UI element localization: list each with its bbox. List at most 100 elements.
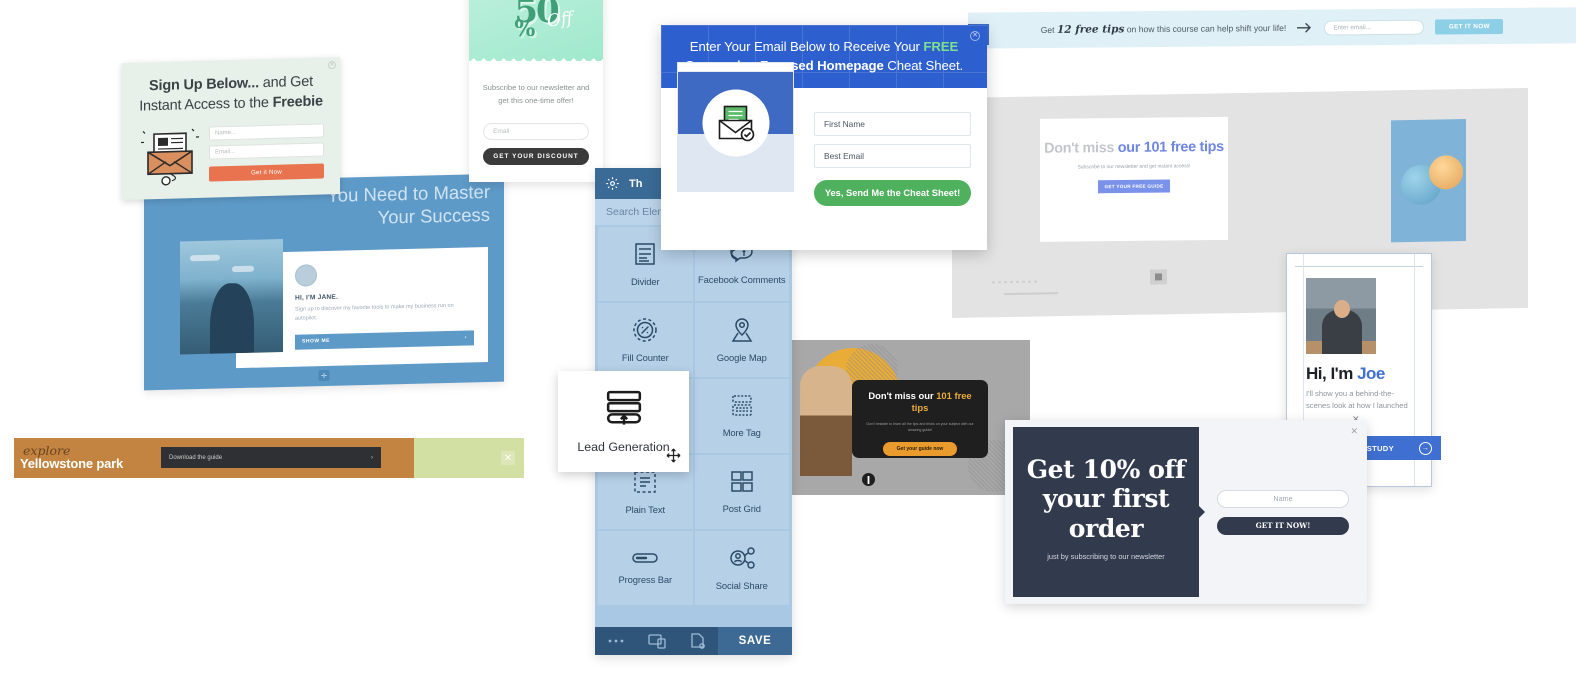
signup-email-input[interactable]: Email... <box>209 142 324 160</box>
signup-close-button[interactable]: ✕ <box>328 61 336 70</box>
widget-item-social-share[interactable]: Social Share <box>694 531 789 605</box>
cheat-modal-body: First Name Best Email Yes, Send Me the C… <box>661 62 987 222</box>
avatar <box>295 264 317 287</box>
cheat-headline-part3: Cheat Sheet. <box>883 57 964 73</box>
widget-item-fill-counter[interactable]: Fill Counter <box>598 303 693 377</box>
widget-item-label: Google Map <box>716 352 767 363</box>
zigzag-divider <box>469 53 603 62</box>
widget-item-progress-bar[interactable]: Progress Bar <box>598 531 693 605</box>
free-tips-button[interactable]: GET YOUR FREE GUIDE <box>1098 179 1170 194</box>
cheat-first-name-input[interactable]: First Name <box>814 112 971 136</box>
widget-save-button[interactable]: SAVE <box>718 627 792 655</box>
cheat-sheet-modal: ✕ Enter Your Email Below to Receive Your… <box>661 25 987 250</box>
master-drag-handle[interactable]: ✛ <box>318 369 330 382</box>
widget-panel-footer: SAVE <box>595 627 792 655</box>
cheat-submit-button[interactable]: Yes, Send Me the Cheat Sheet! <box>814 180 971 206</box>
topbar-email-input[interactable]: Enter email... <box>1324 19 1425 36</box>
widget-item-label: More Tag <box>722 427 761 438</box>
free-tips-card: Don't miss our 101 free tips Subscribe t… <box>1040 116 1228 242</box>
discount-off-word: Off <box>545 8 575 32</box>
responsive-preview-icon[interactable] <box>636 633 677 649</box>
decor-dots <box>992 280 1038 284</box>
widget-item-google-map[interactable]: Google Map <box>694 303 789 377</box>
gear-icon[interactable] <box>605 176 620 191</box>
chevron-right-icon: › <box>371 454 373 461</box>
yellowstone-text: explore Yellowstone park <box>20 444 123 471</box>
top-notification-bar: Get 12 free tips on how this course can … <box>968 7 1576 49</box>
off-modal-name-input[interactable]: Name <box>1217 489 1349 508</box>
widget-item-more-tag[interactable]: More Tag <box>694 379 789 453</box>
discount-subtitle: Subscribe to our newsletter and get this… <box>482 83 590 105</box>
topbar-msg-handwritten: 12 free tips <box>1056 23 1125 36</box>
signup-headline-bold2: Freebie <box>272 93 323 111</box>
signup-headline-rest1: and Get <box>258 73 313 92</box>
signup-fields: Name... Email... Get it Now <box>209 123 324 182</box>
signup-headline: Sign Up Below... and Get Instant Access … <box>138 71 324 116</box>
master-show-me-label: SHOW ME <box>302 338 330 345</box>
ten-percent-off-modal: Get 10% off your first order just by sub… <box>1005 420 1367 604</box>
master-show-me-button[interactable]: SHOW ME › <box>295 330 474 350</box>
yellowstone-download-button[interactable]: Download the guide › <box>161 447 381 468</box>
master-name: HI, I'M JANE. <box>295 293 339 302</box>
lead-generation-icon <box>603 389 645 427</box>
widget-panel-title: Th <box>629 177 643 190</box>
envelope-newsletter-icon <box>138 127 200 187</box>
widget-item-label: Fill Counter <box>621 352 669 363</box>
off-modal-close-button[interactable]: ✕ <box>1350 426 1358 437</box>
dark-tips-popup: Don't miss our 101 free tips Don't hesit… <box>852 380 988 458</box>
signup-headline-rest2: Instant Access to the <box>139 94 273 115</box>
widget-item-label: Social Share <box>715 580 768 591</box>
off-modal-form: ✕ Name GET IT NOW! <box>1199 420 1367 604</box>
off-modal-dark-panel: Get 10% off your first order just by sub… <box>1013 427 1205 597</box>
cheat-modal-preview <box>677 62 794 192</box>
ellipsis-icon[interactable] <box>595 638 636 644</box>
grey-editor-canvas: Don't miss our 101 free tips Subscribe t… <box>952 87 1528 319</box>
person-illustration <box>800 366 852 476</box>
yellowstone-bottom-bar: explore Yellowstone park Download the gu… <box>14 438 524 478</box>
dark-canvas-handle[interactable] <box>862 473 875 486</box>
ball-photo <box>1391 119 1466 243</box>
off-modal-headline: Get 10% off your first order <box>1013 455 1199 544</box>
widget-item-label: Plain Text <box>625 504 666 515</box>
head <box>1334 300 1350 318</box>
arrow-right-icon <box>1297 23 1313 33</box>
chevron-right-icon: › <box>464 334 467 341</box>
topbar-msg-prefix: Get <box>1040 24 1057 36</box>
topbar-get-it-now-button[interactable]: GET IT NOW <box>1435 18 1504 35</box>
discount-submit-button[interactable]: GET YOUR DISCOUNT <box>483 148 589 166</box>
page-settings-icon[interactable] <box>677 633 718 649</box>
widget-item-label: Post Grid <box>722 503 761 514</box>
widget-item-post-grid[interactable]: Post Grid <box>694 455 789 529</box>
dark-tips-subtitle: Don't hesitate to learn all the tips and… <box>866 421 974 432</box>
cheat-best-email-input[interactable]: Best Email <box>814 144 971 168</box>
off-modal-headline-line2: your first order <box>1042 484 1170 543</box>
master-success-slidein: You Need to Master Your Success HI, I'M … <box>144 173 504 391</box>
discount-email-input[interactable]: Email <box>483 123 589 141</box>
guide-line-horizontal <box>1295 266 1423 267</box>
topbar-message: Get 12 free tips on how this course can … <box>1041 22 1287 36</box>
person-figure <box>210 282 254 354</box>
yellowstone-main: explore Yellowstone park Download the gu… <box>14 438 414 478</box>
joe-headline-part1: Hi, I'm <box>1306 364 1358 383</box>
lead-generation-drag-card[interactable]: Lead Generation <box>558 371 689 472</box>
signup-name-input[interactable]: Name... <box>209 123 324 141</box>
off-modal-submit-button[interactable]: GET IT NOW! <box>1217 516 1349 535</box>
yellowstone-download-label: Download the guide <box>169 454 223 461</box>
off-modal-headline-line1: Get 10% off <box>1026 454 1186 484</box>
joe-photo <box>1306 278 1376 354</box>
move-cursor-icon <box>666 448 681 463</box>
signup-submit-button[interactable]: Get it Now <box>209 163 324 182</box>
lead-generation-label: Lead Generation <box>577 440 670 454</box>
joe-body-text: I'll show you a behind-the-scenes look a… <box>1306 389 1408 410</box>
signup-headline-bold1: Sign Up Below... <box>149 75 259 95</box>
cheat-headline-free: FREE <box>923 38 959 54</box>
free-tips-subtitle: Subscribe to our newsletter and get inst… <box>1077 163 1191 171</box>
cloud-1 <box>190 254 220 262</box>
screenshot-stage: Don't miss our 101 free tips Subscribe t… <box>0 0 1576 682</box>
dark-tips-button[interactable]: Get your guide now <box>883 441 957 456</box>
yellowstone-close-button[interactable]: ✕ <box>501 451 515 465</box>
canvas-drag-handle[interactable] <box>1150 269 1167 285</box>
widget-item-label: Progress Bar <box>618 574 672 585</box>
cheat-headline-part1: Enter Your Email Below to Receive Your <box>689 38 924 54</box>
widget-item-label: Facebook Comments <box>698 274 786 285</box>
